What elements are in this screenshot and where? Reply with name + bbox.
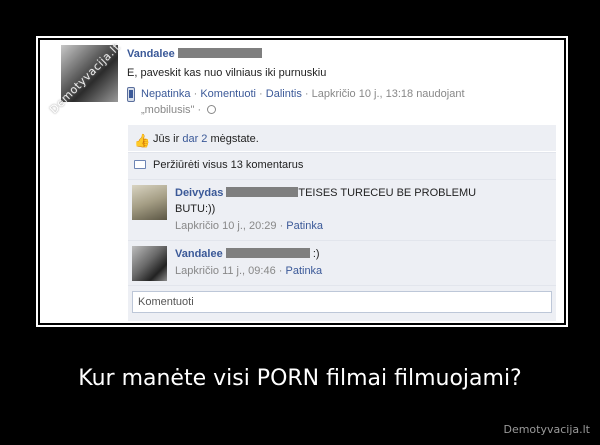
comment-text: :) [312,248,320,260]
post-timestamp[interactable]: Lapkričio 10 j., 13:18 naudojant [312,88,465,100]
redacted-name [177,48,262,58]
comment-author-name[interactable]: Deivydas [175,187,223,199]
post-via: „mobilusis" [141,104,195,116]
comment-author-avatar[interactable] [132,246,167,281]
post-actions: Nepatinka · Komentuoti · Dalintis · Lapk… [141,88,465,100]
share-link[interactable]: Dalintis [266,88,302,100]
comment-like-link[interactable]: Patinka [285,265,322,277]
comment-author-avatar[interactable] [132,185,167,220]
mobile-phone-icon [127,87,135,102]
post-author-name[interactable]: Vandalee [127,48,175,60]
comment-author-name[interactable]: Vandalee [175,248,223,260]
comment-timestamp[interactable]: Lapkričio 11 j., 09:46 [175,265,276,277]
comment-row [128,240,556,285]
comment-text-continued: BUTU:)) [175,203,216,215]
comment-timestamp[interactable]: Lapkričio 10 j., 20:29 [175,220,277,232]
thumbs-up-icon: 👍 [134,133,151,148]
facebook-post-panel: Demotyvacija.lt Vandalee E, paveskit kas… [40,40,564,323]
redacted-name [226,187,299,197]
redacted-name [225,248,310,258]
comment-link[interactable]: Komentuoti [200,88,256,100]
unlike-link[interactable]: Nepatinka [141,88,191,100]
caption: Kur manėte visi PORN filmai filmuojami? [78,366,522,391]
comment-like-link[interactable]: Patinka [286,220,323,232]
comment-input[interactable]: Komentuoti [132,291,552,313]
comment-bubble-icon [134,160,146,169]
comment-text: TEISES TURECEU BE PROBLEMU [298,187,477,199]
post-text: E, paveskit kas nuo vilniaus iki purnusk… [127,67,327,79]
likes-text: Jūs ir dar 2 mėgstate. [153,133,259,145]
likes-others-link[interactable]: dar 2 [182,133,207,145]
brand-label: Demotyvacija.lt [503,423,590,436]
globe-icon [207,105,217,114]
view-all-comments-link[interactable]: Peržiūrėti visus 13 komentarus [153,159,303,171]
